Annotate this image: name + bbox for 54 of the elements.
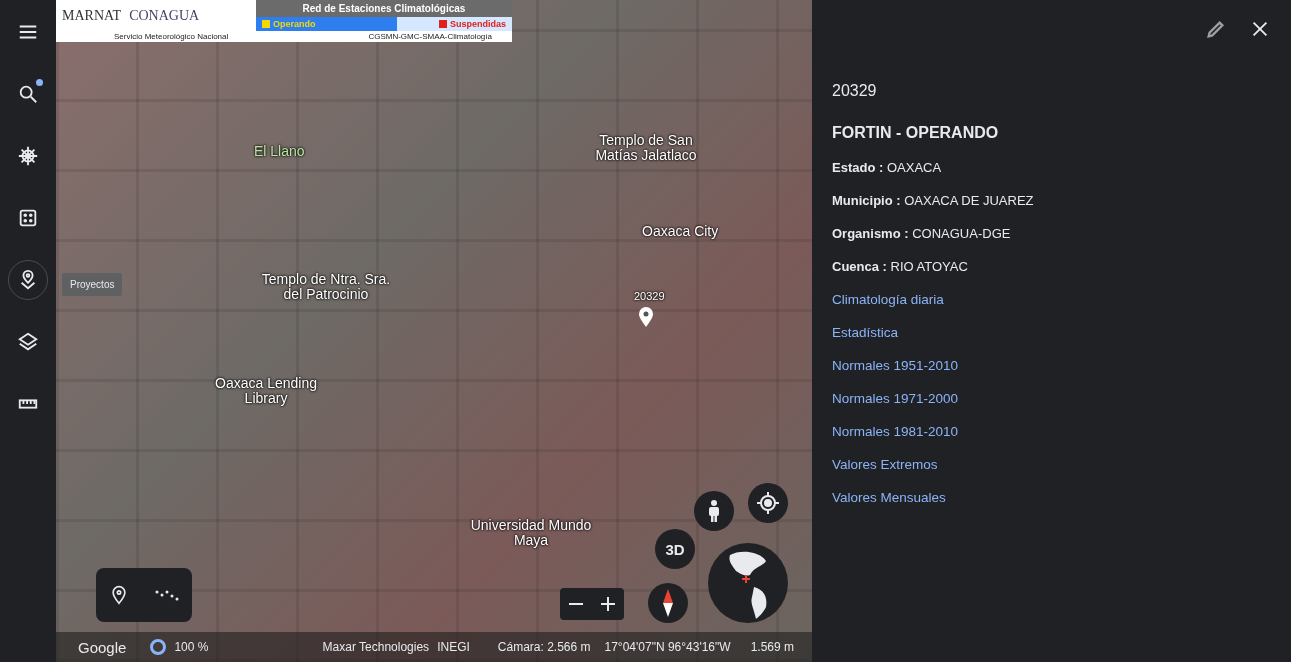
- map-label[interactable]: Universidad Mundo Maya: [466, 518, 596, 549]
- banner-subtitle: Servicio Meteorológico Nacional: [114, 32, 229, 41]
- tooltip: Proyectos: [62, 273, 123, 296]
- map-label[interactable]: Oaxaca City: [642, 224, 719, 240]
- data-link[interactable]: Estadística: [832, 325, 899, 340]
- map-label[interactable]: Templo de Ntra. Sra. del Patrocinio: [261, 272, 391, 303]
- banner-subtitle: CGSMN-GMC-SMAA-Climatología: [368, 32, 492, 41]
- station-title: FORTIN - OPERANDO: [832, 124, 1000, 142]
- data-link[interactable]: Valores Mensuales: [832, 490, 946, 505]
- my-location-button[interactable]: [748, 483, 788, 523]
- station-field: Cuenca : RIO ATOYAC: [832, 259, 1271, 274]
- layers-icon: [17, 331, 39, 353]
- camera-altitude: Cámara: 2.566 m: [497, 640, 591, 654]
- ship-wheel-icon: [17, 145, 39, 167]
- station-field: Municipio : OAXACA DE JUAREZ: [832, 193, 1271, 208]
- compass-button[interactable]: [648, 583, 688, 623]
- map-label[interactable]: El Llano: [254, 144, 305, 160]
- banner-title: Red de Estaciones Climatológicas: [256, 0, 512, 17]
- view-3d-button[interactable]: 3D: [655, 529, 695, 569]
- loading-ring-icon: [150, 639, 167, 655]
- coordinates: 17°04'07"N 96°43'16"W: [604, 640, 731, 654]
- search-icon: [17, 83, 39, 105]
- data-link[interactable]: Valores Extremos: [832, 457, 938, 472]
- logo-text: CONAGUA: [129, 7, 200, 24]
- attribution-text: INEGI: [437, 640, 470, 654]
- compass-needle-icon: [662, 589, 674, 617]
- load-percentage: 100 %: [174, 640, 209, 654]
- draw-path-button[interactable]: [155, 588, 179, 602]
- pegman-button[interactable]: [694, 491, 734, 531]
- station-field: Organismo : CONAGUA-DGE: [832, 226, 1271, 241]
- legend-label: Operando: [273, 19, 316, 29]
- plus-icon: [600, 596, 616, 612]
- minus-icon: [568, 603, 584, 605]
- person-icon: [707, 499, 721, 523]
- map-label[interactable]: Oaxaca Lending Library: [201, 376, 331, 407]
- add-placemark-button[interactable]: [109, 584, 129, 606]
- map-label[interactable]: 20329: [634, 290, 665, 303]
- data-link[interactable]: Normales 1971-2000: [832, 391, 959, 406]
- map-label[interactable]: Templo de San Matías Jalatlaco: [581, 133, 711, 164]
- map-pin-icon[interactable]: [638, 306, 654, 328]
- globe-icon[interactable]: [708, 543, 788, 623]
- attribution-text: Maxar Technologies: [322, 640, 430, 654]
- crosshair-icon: [756, 491, 780, 515]
- station-field: Estado : OAXACA: [832, 160, 1271, 175]
- edit-button[interactable]: [1205, 18, 1227, 40]
- station-id: 20329: [832, 82, 878, 100]
- elevation: 1.569 m: [750, 640, 794, 654]
- legend-label: Suspendidas: [450, 19, 506, 29]
- dice-icon: [17, 207, 39, 229]
- data-link[interactable]: Climatología diaria: [832, 292, 944, 307]
- logo-text: MARNAT: [62, 7, 122, 24]
- data-link[interactable]: Normales 1981-2010: [832, 424, 959, 439]
- brand-text: Google: [78, 638, 127, 656]
- data-link[interactable]: Normales 1951-2010: [832, 358, 959, 373]
